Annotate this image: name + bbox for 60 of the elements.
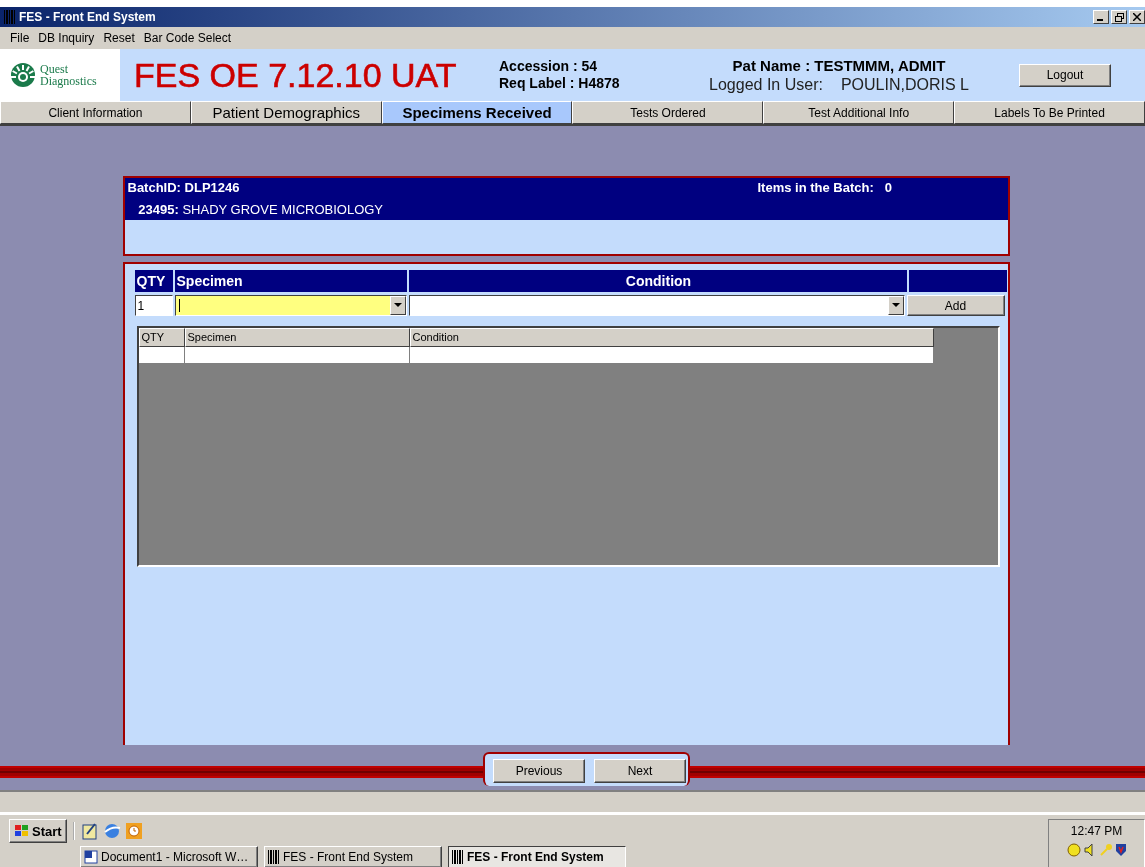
qty-field[interactable]: 1: [134, 295, 173, 316]
req-label: Req Label : H4878: [499, 75, 621, 92]
tab[interactable]: Patient Demographics: [190, 101, 382, 124]
nav-button[interactable]: Previous: [493, 759, 585, 783]
barcode-icon: [452, 850, 464, 864]
logo-text: Quest: [40, 63, 69, 75]
grid-cell[interactable]: [184, 347, 410, 364]
windows-flag-icon: [14, 824, 30, 838]
start-button[interactable]: Start: [9, 819, 67, 843]
taskbar-button[interactable]: FES - Front End System: [448, 846, 626, 867]
condition-dropdown[interactable]: [408, 295, 905, 316]
menu-item[interactable]: File: [10, 31, 30, 45]
grid-cell[interactable]: [138, 347, 185, 364]
menu-item[interactable]: Reset: [103, 31, 135, 45]
close-icon: [1133, 13, 1141, 21]
tab[interactable]: Labels To Be Printed: [954, 101, 1145, 124]
grid-cell[interactable]: [409, 347, 934, 364]
caret-icon: [891, 303, 900, 308]
items-in-batch: Items in the Batch: 0: [757, 180, 893, 197]
specimen-dropdown[interactable]: [174, 295, 407, 316]
restore-button[interactable]: [1111, 10, 1127, 24]
tab[interactable]: Specimens Received: [381, 101, 573, 124]
logout-button[interactable]: Logout: [1019, 63, 1111, 87]
caret-icon: [393, 303, 402, 308]
client-name: 23495: SHADY GROVE MICROBIOLOGY: [137, 202, 385, 219]
grid-header: QTY: [138, 328, 185, 347]
column-header: Specimen: [174, 270, 407, 292]
sun-logo-icon: [10, 62, 36, 88]
grid-header: Specimen: [184, 328, 410, 347]
add-button[interactable]: Add: [906, 295, 1005, 316]
taskbar-button[interactable]: FES - Front End System: [264, 846, 442, 867]
barcode-icon: [4, 10, 16, 24]
logged-in-user: POULIN,DORIS L: [840, 75, 969, 94]
app-title: FES OE 7.12.10 UAT: [134, 55, 458, 95]
minimize-button[interactable]: [1093, 10, 1109, 24]
grid-header: Condition: [409, 328, 934, 347]
logo-text: Diagnostics: [40, 75, 97, 87]
taskbar-button[interactable]: Document1 - Microsoft W…: [80, 846, 258, 867]
menu-item[interactable]: DB Inquiry: [38, 31, 95, 45]
notepad-icon[interactable]: [80, 822, 99, 840]
browser-icon[interactable]: [102, 822, 121, 840]
clock-icon[interactable]: [124, 822, 143, 840]
tab[interactable]: Client Information: [0, 101, 191, 124]
nav-button[interactable]: Next: [594, 759, 686, 783]
tab[interactable]: Test Additional Info: [763, 101, 955, 124]
barcode-icon: [268, 850, 280, 864]
column-header: Condition: [408, 270, 907, 292]
accession-label: Accession : 54: [499, 58, 599, 75]
menu-item[interactable]: Bar Code Select: [143, 31, 232, 45]
column-header: QTY: [134, 270, 173, 292]
close-button[interactable]: [1129, 10, 1145, 24]
clock: 12:47 PM: [1070, 824, 1123, 838]
shield-icon[interactable]: [1114, 843, 1127, 857]
window-title: FES - Front End System: [19, 10, 156, 24]
patient-name: Pat Name : TESTMMM, ADMIT: [732, 56, 946, 75]
document-icon: [84, 850, 98, 864]
restore-icon: [1114, 12, 1124, 22]
batch-id: BatchID: DLP1246: [127, 180, 241, 197]
tab[interactable]: Tests Ordered: [572, 101, 764, 124]
logged-in-label: Logged In User:: [709, 75, 823, 94]
